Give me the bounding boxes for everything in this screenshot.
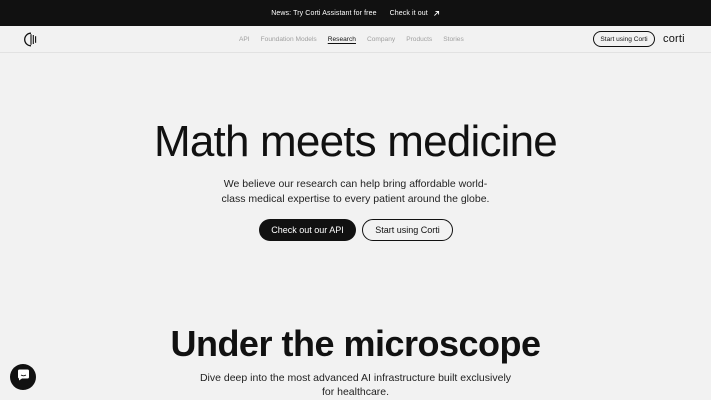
nav-links: API Foundation Models Research Company P… xyxy=(239,26,464,53)
nav-link-stories[interactable]: Stories xyxy=(443,36,464,43)
section-subtitle: Dive deep into the most advanced AI infr… xyxy=(0,371,711,399)
top-nav: API Foundation Models Research Company P… xyxy=(0,26,711,53)
section-title: Under the microscope xyxy=(170,323,541,364)
hero-title: Math meets medicine xyxy=(154,117,558,166)
nav-link-research[interactable]: Research xyxy=(328,36,356,43)
section-subtitle-line: for healthcare. xyxy=(321,386,390,398)
chat-icon xyxy=(17,368,30,386)
check-out-api-button[interactable]: Check out our API xyxy=(259,219,356,241)
announcement-text: News: Try Corti Assistant for free xyxy=(271,9,377,17)
announcement-bar: News: Try Corti Assistant for free Check… xyxy=(0,0,711,26)
corti-logo-icon[interactable] xyxy=(23,32,39,47)
start-using-corti-nav-button[interactable]: Start using Corti xyxy=(593,31,655,47)
hero-subtitle-line: We believe our research can help bring a… xyxy=(223,178,488,190)
nav-link-products[interactable]: Products xyxy=(406,36,432,43)
hero-subtitle-line: class medical expertise to every patient… xyxy=(221,192,490,205)
corti-wordmark[interactable]: corti xyxy=(663,33,685,45)
nav-link-api[interactable]: API xyxy=(239,36,250,43)
announcement-cta-label: Check it out xyxy=(389,9,428,17)
nav-link-company[interactable]: Company xyxy=(367,36,395,43)
chat-launcher-button[interactable] xyxy=(10,364,36,390)
announcement-cta-link[interactable]: Check it out xyxy=(390,10,440,17)
start-using-corti-button[interactable]: Start using Corti xyxy=(362,219,453,241)
hero-subtitle: We believe our research can help bring a… xyxy=(0,177,711,206)
nav-link-foundation-models[interactable]: Foundation Models xyxy=(261,36,317,43)
section-subtitle-line: Dive deep into the most advanced AI infr… xyxy=(199,372,512,384)
arrow-up-right-icon xyxy=(433,10,440,17)
